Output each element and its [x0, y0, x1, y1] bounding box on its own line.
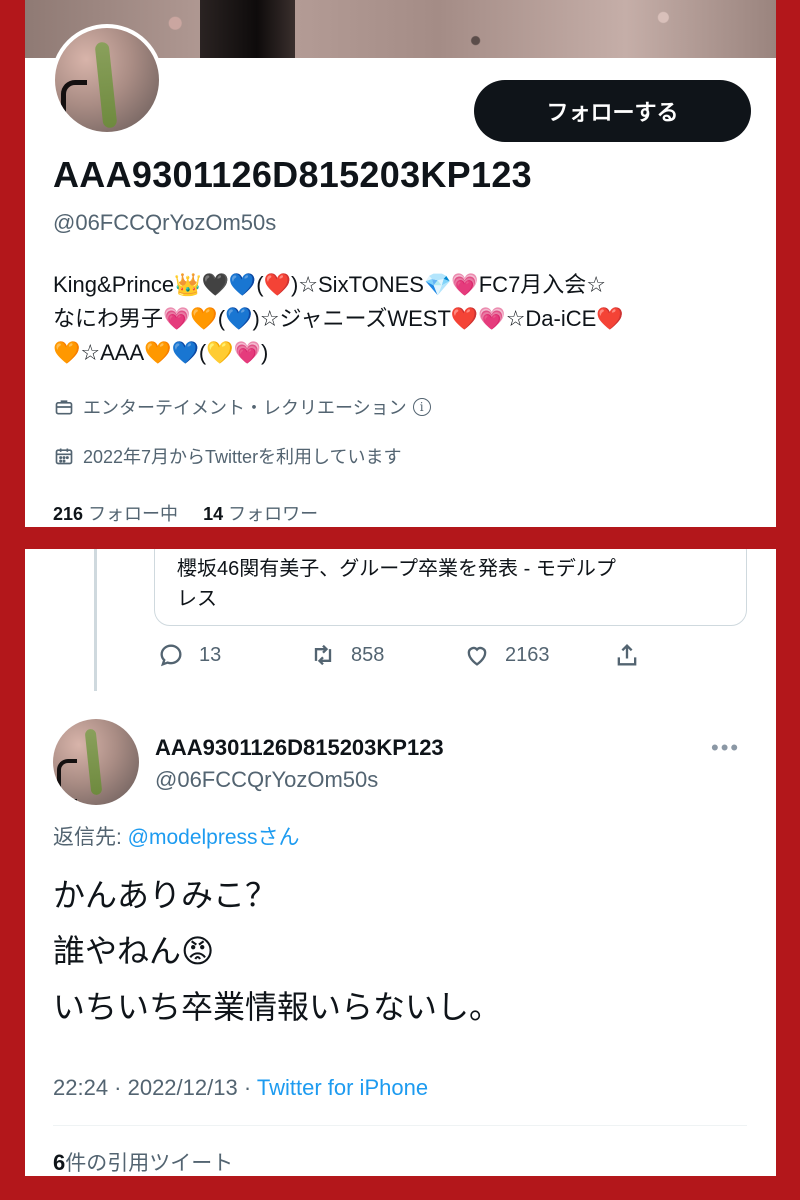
briefcase-icon	[53, 396, 75, 418]
source-link[interactable]: Twitter for iPhone	[257, 1075, 428, 1100]
tweet-body: かんありみこ？ 誰やねん😡 いちいち卒業情報いらないし。	[53, 867, 501, 1035]
follow-stats: 216 フォロー中 14 フォロワー	[53, 500, 318, 526]
share-button[interactable]	[613, 641, 655, 669]
tweet-text-line: いちいち卒業情報いらないし。	[53, 989, 502, 1025]
tweet-panel: 櫻坂46関有美子、グループ卒業を発表 - モデルプ レス 13 858 2163	[25, 549, 776, 1176]
reply-to-handle-link[interactable]: @modelpress	[128, 826, 258, 849]
share-icon	[617, 644, 637, 666]
joined-text: 2022年7月からTwitterを利用しています	[83, 447, 402, 467]
following-count: 216	[53, 504, 84, 524]
profile-category: エンターテイメント・レクリエーション i	[53, 394, 431, 420]
profile-joined: 2022年7月からTwitterを利用しています	[53, 443, 402, 469]
profile-display-name: AAA9301126D815203KP123	[53, 154, 532, 195]
more-options-icon[interactable]: •••	[711, 735, 740, 761]
followers-count: 14	[203, 504, 224, 524]
heart-icon	[467, 646, 487, 666]
follow-button[interactable]: フォローする	[474, 80, 751, 142]
avatar-claw-shape	[61, 80, 87, 132]
reply-author-handle[interactable]: @06FCCQrYozOm50s	[155, 767, 378, 793]
retweet-button[interactable]: 858	[309, 641, 463, 669]
category-text: エンターテイメント・レクリエーション	[83, 398, 407, 418]
divider	[53, 1125, 747, 1126]
reply-author-avatar[interactable]	[53, 719, 139, 805]
quote-count: 6	[53, 1150, 66, 1175]
calendar-icon	[53, 445, 75, 467]
thread-connector-line	[94, 549, 97, 691]
tweet-text-line: 誰やねん😡	[53, 933, 215, 969]
reply-to-prefix: 返信先:	[53, 826, 128, 849]
followers-link[interactable]: 14 フォロワー	[203, 504, 318, 524]
tweet-action-bar: 13 858 2163	[157, 641, 655, 669]
retweet-count: 858	[351, 643, 385, 666]
quoted-link-card[interactable]: 櫻坂46関有美子、グループ卒業を発表 - モデルプ レス	[154, 549, 747, 626]
profile-handle: @06FCCQrYozOm50s	[53, 210, 277, 235]
replying-to: 返信先: @modelpressさん	[53, 821, 300, 851]
followers-label: フォロワー	[228, 504, 319, 524]
tweet-timestamp: 22:24 · 2022/12/13 · Twitter for iPhone	[53, 1075, 428, 1101]
following-link[interactable]: 216 フォロー中	[53, 504, 183, 524]
info-icon[interactable]: i	[412, 398, 431, 416]
reply-icon	[160, 644, 182, 667]
timestamp-text[interactable]: 22:24 · 2022/12/13 ·	[53, 1075, 257, 1100]
avatar-claw-shape	[57, 759, 77, 803]
reply-count: 13	[199, 643, 222, 666]
reply-to-suffix: さん	[257, 826, 300, 849]
retweet-icon	[314, 644, 332, 666]
reply-button[interactable]: 13	[157, 641, 309, 669]
card-title-line: 櫻坂46関有美子、グループ卒業を発表 - モデルプ	[177, 558, 616, 580]
card-title-line: レス	[177, 588, 217, 610]
avatar-mantis-shape	[84, 728, 103, 796]
avatar-mantis-shape	[94, 41, 118, 129]
following-label: フォロー中	[88, 504, 179, 524]
quote-tweets-link[interactable]: 6件の引用ツイート	[53, 1147, 233, 1176]
profile-panel: フォローする AAA9301126D815203KP123 @06FCCQrYo…	[25, 0, 776, 527]
profile-bio: King&Prince👑🖤💙(❤️)☆SixTONES💎💗FC7月入会☆ なにわ…	[53, 268, 753, 370]
like-button[interactable]: 2163	[463, 641, 613, 669]
bio-line: 🧡☆AAA🧡💙(💛💗)	[53, 340, 269, 365]
banner-dark-figure	[200, 0, 295, 58]
like-count: 2163	[505, 643, 550, 666]
profile-avatar[interactable]	[51, 24, 163, 136]
reply-author-name[interactable]: AAA9301126D815203KP123	[155, 735, 444, 761]
quote-label: 件の引用ツイート	[65, 1152, 234, 1175]
tweet-text-line: かんありみこ？	[53, 877, 278, 913]
bio-line: なにわ男子💗🧡(💙)☆ジャニーズWEST❤️💗☆Da-iCE❤️	[53, 306, 624, 331]
bio-line: King&Prince👑🖤💙(❤️)☆SixTONES💎💗FC7月入会☆	[53, 272, 607, 297]
